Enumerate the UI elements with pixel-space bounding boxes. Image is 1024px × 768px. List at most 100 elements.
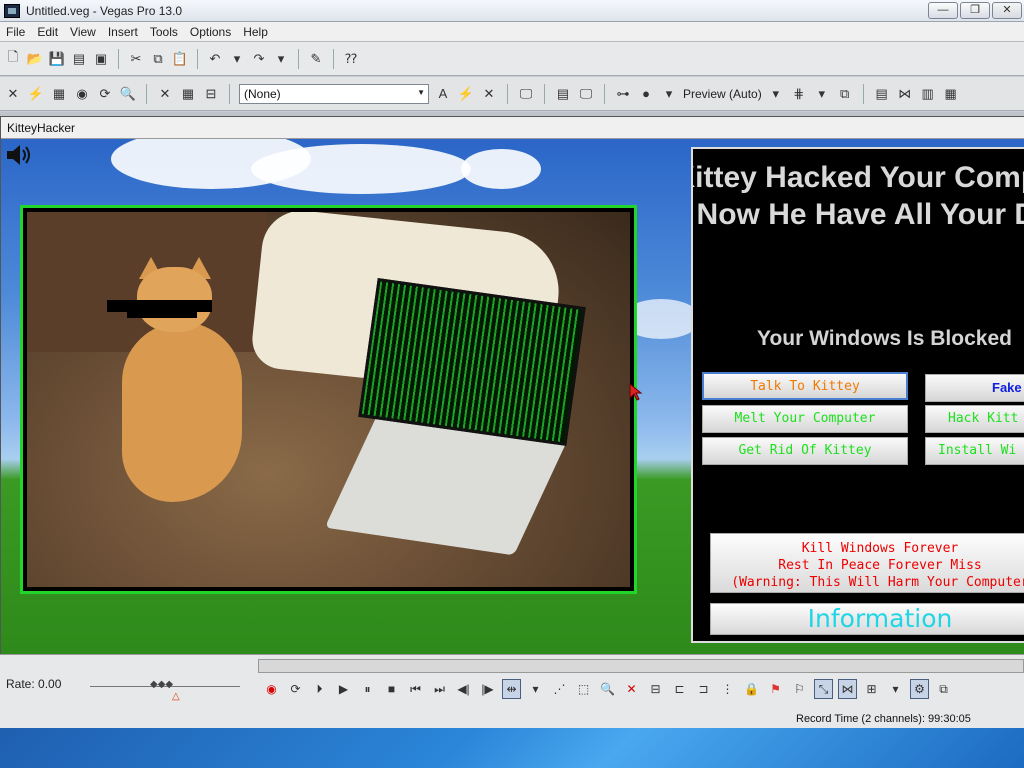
hack-kittey-button[interactable]: Hack Kitt (925, 405, 1024, 433)
crossfade-icon[interactable]: ⋈ (838, 679, 857, 699)
transition-icon[interactable]: ⋈ (896, 85, 914, 103)
toolbar-separator (544, 83, 545, 104)
region-icon[interactable]: ⚐ (790, 679, 809, 699)
speaker-icon[interactable] (5, 143, 35, 167)
toolbar-separator (118, 48, 119, 69)
cloud (461, 149, 541, 189)
overlay-dropdown-icon[interactable]: ▾ (660, 85, 678, 103)
preview-quality-select[interactable]: Preview (Auto) (683, 87, 762, 101)
fake-button[interactable]: Fake (925, 374, 1024, 402)
overlay-icon[interactable]: ● (637, 85, 655, 103)
split-screen-icon[interactable]: ⊶ (614, 85, 632, 103)
maximize-button[interactable]: ❐ (960, 2, 990, 19)
redo-dropdown-icon[interactable]: ▾ (272, 50, 290, 68)
toolbar-separator (333, 48, 334, 69)
lock-envelopes-icon[interactable]: ⚙ (910, 679, 929, 699)
effect-select[interactable]: (None) (239, 83, 429, 104)
mixer-icon[interactable]: ▦ (942, 85, 960, 103)
render-icon[interactable]: ▣ (92, 50, 110, 68)
pan-crop-icon[interactable]: ⚡ (27, 85, 45, 103)
undo-icon[interactable]: ↶ (206, 50, 224, 68)
media-fx-icon[interactable]: ▦ (50, 85, 68, 103)
menu-options[interactable]: Options (184, 25, 237, 39)
remove-effect-icon[interactable]: ✕ (480, 85, 498, 103)
lock-icon[interactable]: 🔒 (742, 679, 761, 699)
grid-overlay-icon[interactable]: ⋕ (790, 85, 808, 103)
monitor-icon[interactable]: 🖵 (517, 85, 535, 103)
meters-icon[interactable]: ▥ (919, 85, 937, 103)
menu-help[interactable]: Help (237, 25, 274, 39)
envelope-tool-icon[interactable]: ⋰ (550, 679, 569, 699)
snap-icon[interactable]: ⊞ (862, 679, 881, 699)
kill-line-3: (Warning: This Will Harm Your Computer (731, 575, 1024, 590)
auto-ripple-icon[interactable]: ⤡ (814, 679, 833, 699)
minimize-button[interactable]: — (928, 2, 958, 19)
menu-edit[interactable]: Edit (31, 25, 64, 39)
split-icon[interactable]: ⊟ (202, 85, 220, 103)
zoom-icon[interactable]: 🔍 (119, 85, 137, 103)
trim-start-icon[interactable]: ⊏ (670, 679, 689, 699)
toolbar-separator (862, 83, 864, 104)
menu-view[interactable]: View (64, 25, 102, 39)
refresh-icon[interactable]: ⟳ (96, 85, 114, 103)
external-monitor-icon[interactable]: 🖵 (577, 85, 595, 103)
edit-tool-dropdown-icon[interactable]: ▾ (526, 679, 545, 699)
save-icon[interactable]: 💾 (48, 50, 66, 68)
play-from-start-icon[interactable]: ⏵ (310, 679, 329, 699)
talk-to-kittey-button[interactable]: Talk To Kittey (702, 372, 908, 400)
selection-tool-icon[interactable]: ⬚ (574, 679, 593, 699)
plugin-icon[interactable]: ⚡ (457, 85, 475, 103)
split-event-icon[interactable]: ⋮ (718, 679, 737, 699)
pause-icon[interactable]: ⏸ (358, 679, 377, 699)
next-frame-icon[interactable]: |▶ (478, 679, 497, 699)
stop-icon[interactable]: ■ (382, 679, 401, 699)
grid-icon[interactable]: ▦ (179, 85, 197, 103)
properties-icon[interactable]: ▤ (70, 50, 88, 68)
go-to-end-icon[interactable]: ⏭ (430, 679, 449, 699)
menu-file[interactable]: File (0, 25, 31, 39)
menu-insert[interactable]: Insert (102, 25, 144, 39)
rate-slider-knob-icon[interactable]: ◆◆◆ (150, 679, 173, 690)
record-icon[interactable]: ◉ (262, 679, 281, 699)
preview-quality-dropdown-icon[interactable]: ▾ (767, 85, 785, 103)
trim-icon[interactable]: ⊟ (646, 679, 665, 699)
open-folder-icon[interactable]: 📂 (26, 50, 44, 68)
melt-computer-button[interactable]: Melt Your Computer (702, 405, 908, 433)
edit-tool-icon[interactable]: ✎ (307, 50, 325, 68)
play-icon[interactable]: ▶ (334, 679, 353, 699)
remove-icon[interactable]: ✕ (156, 85, 174, 103)
redo-icon[interactable]: ↷ (250, 50, 268, 68)
trim-end-icon[interactable]: ⊐ (694, 679, 713, 699)
generated-media-icon[interactable]: ◉ (73, 85, 91, 103)
copy-snapshot-icon[interactable]: ⧉ (836, 85, 854, 103)
undo-dropdown-icon[interactable]: ▾ (228, 50, 246, 68)
copy-icon[interactable]: ⧉ (149, 50, 167, 68)
zoom-tool-icon[interactable]: 🔍 (598, 679, 617, 699)
kill-windows-button[interactable]: Kill Windows Forever Rest In Peace Forev… (710, 533, 1024, 593)
close-button[interactable]: ✕ (992, 2, 1022, 19)
grid-overlay-dropdown-icon[interactable]: ▾ (813, 85, 831, 103)
trimmer-icon[interactable]: ▤ (873, 85, 891, 103)
text-icon[interactable]: A (434, 85, 452, 103)
close-pane-icon[interactable]: ✕ (4, 85, 22, 103)
paste-icon[interactable]: 📋 (171, 50, 189, 68)
delete-icon[interactable]: ✕ (622, 679, 641, 699)
whats-this-help-icon[interactable]: ⁇ (342, 50, 360, 68)
get-rid-of-kittey-button[interactable]: Get Rid Of Kittey (702, 437, 908, 465)
normal-edit-tool-icon[interactable]: ⇹ (502, 679, 521, 699)
prev-frame-icon[interactable]: ◀| (454, 679, 473, 699)
kitteyhacker-title-bar: KitteyHacker (1, 117, 1024, 139)
install-button[interactable]: Install Wi (925, 437, 1024, 465)
timeline-scrollbar[interactable] (258, 659, 1024, 673)
preview-props-icon[interactable]: ▤ (554, 85, 572, 103)
ignore-grouping-icon[interactable]: ⧉ (934, 679, 953, 699)
information-button[interactable]: Information (710, 603, 1024, 635)
loop-icon[interactable]: ⟳ (286, 679, 305, 699)
cut-icon[interactable]: ✂ (127, 50, 145, 68)
marker-icon[interactable]: ⚑ (766, 679, 785, 699)
go-to-start-icon[interactable]: ⏮ (406, 679, 425, 699)
record-time-readout: Record Time (2 channels): 99:30:05 (796, 713, 971, 725)
new-file-icon[interactable]: 🗋 (4, 49, 22, 68)
snap-dropdown-icon[interactable]: ▾ (886, 679, 905, 699)
menu-tools[interactable]: Tools (144, 25, 184, 39)
